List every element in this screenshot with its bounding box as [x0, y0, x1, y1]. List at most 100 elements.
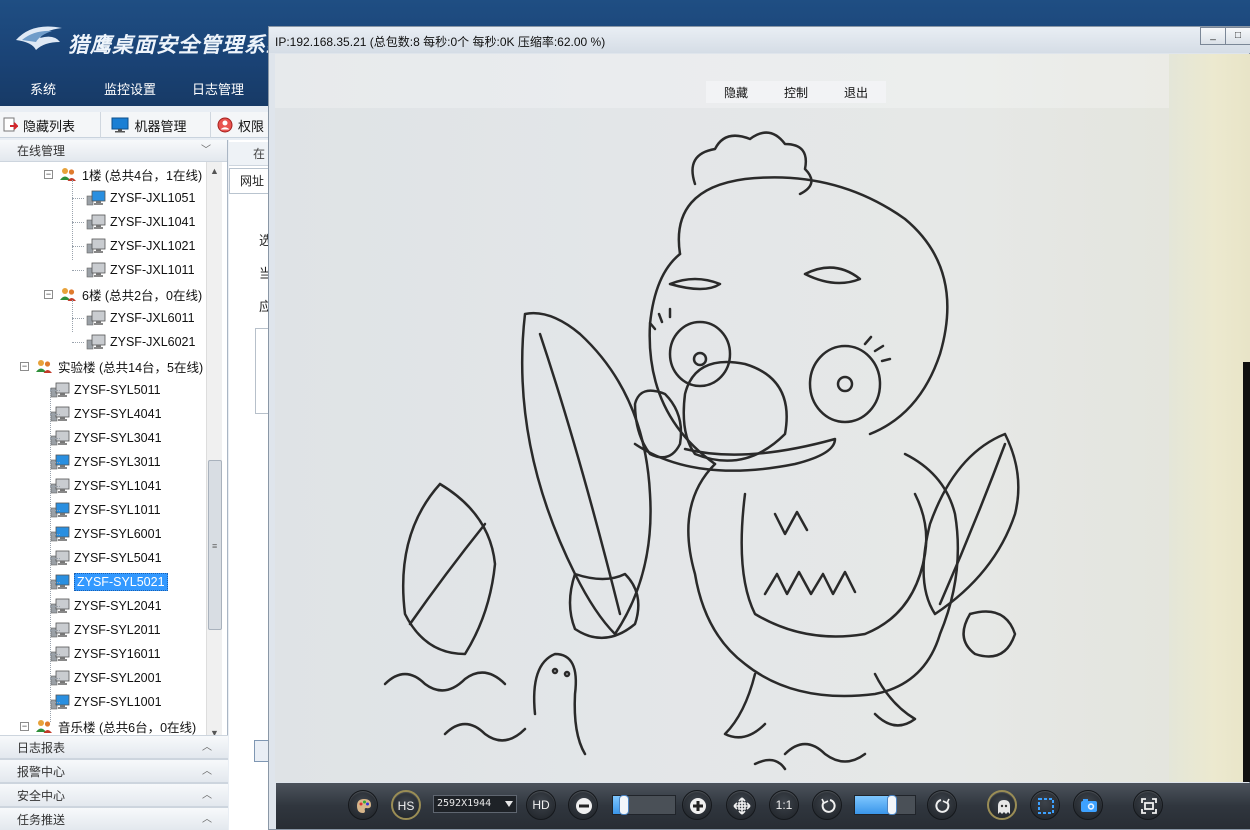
menu-monitor-settings[interactable]: 监控设置: [86, 76, 174, 106]
tab-permission[interactable]: 权限: [211, 112, 270, 138]
tree-node-label: 实验楼 (总共14台，5在线): [58, 360, 204, 375]
panel-log-report-label: 日志报表: [17, 741, 66, 755]
tree-machine-node[interactable]: ZYSF-JXL1051: [86, 186, 195, 210]
rotate-left-icon: [821, 798, 836, 813]
tree-machine-node[interactable]: ZYSF-SYL3011: [50, 450, 161, 474]
tree-group-node[interactable]: − 6楼 (总共2台，0在线): [44, 282, 202, 306]
hd-button[interactable]: HD: [526, 790, 556, 820]
rotation-slider-knob[interactable]: [887, 795, 897, 815]
grip-icon: ≡: [212, 541, 218, 551]
tree-machine-node[interactable]: ZYSF-SYL5011: [50, 378, 161, 402]
chevron-up-icon: ︿: [202, 814, 212, 825]
tree-connector: [50, 558, 60, 559]
viewer-control-bar: HS 2592X1944 HD 1:1: [276, 783, 1250, 829]
tree-node-label: 音乐楼 (总共6台，0在线): [58, 720, 197, 735]
tree-machine-node[interactable]: ZYSF-SYL1001: [50, 690, 162, 714]
tree-machine-node[interactable]: ZYSF-SYL5041: [50, 546, 162, 570]
maximize-button[interactable]: □: [1225, 27, 1250, 45]
tree-connector: [50, 678, 60, 679]
menu-system[interactable]: 系统: [0, 76, 86, 106]
tree-machine-node[interactable]: ZYSF-SYL5021: [50, 570, 168, 594]
address-field[interactable]: 网址: [229, 168, 270, 194]
hide-list-icon: [3, 117, 18, 132]
tab-machine-management[interactable]: 机器管理: [101, 112, 211, 138]
online-management-header[interactable]: 在线管理 ﹀: [0, 140, 227, 162]
region-select-button[interactable]: [1030, 790, 1060, 820]
panel-task-push[interactable]: 任务推送 ︿: [0, 807, 228, 830]
panel-alarm-center[interactable]: 报警中心 ︿: [0, 759, 228, 783]
tree-connector: [50, 438, 60, 439]
user-group-icon: [60, 168, 76, 181]
zoom-slider[interactable]: [612, 795, 676, 815]
control-button[interactable]: 控制: [784, 84, 808, 101]
tree-scrollbar[interactable]: ▲ ≡ ▼: [206, 162, 222, 742]
minimize-button[interactable]: _: [1200, 27, 1226, 45]
hs-button[interactable]: HS: [391, 790, 421, 820]
zoom-slider-knob[interactable]: [619, 795, 629, 815]
tree-machine-node[interactable]: ZYSF-SYL1011: [50, 498, 161, 522]
rotate-right-icon: [935, 798, 950, 813]
rotation-slider[interactable]: [854, 795, 916, 815]
falcon-logo-icon: [16, 26, 62, 50]
tree-connector: [72, 300, 73, 332]
rotate-left-button[interactable]: [812, 790, 842, 820]
menu-log-management[interactable]: 日志管理: [174, 76, 262, 106]
permission-icon: [217, 117, 233, 133]
actual-size-button[interactable]: 1:1: [769, 790, 799, 820]
tree-machine-node[interactable]: ZYSF-JXL1011: [86, 258, 195, 282]
tree-machine-node[interactable]: ZYSF-SYL2001: [50, 666, 162, 690]
tree-group-node[interactable]: − 实验楼 (总共14台，5在线): [20, 354, 203, 378]
tree-node-label: ZYSF-JXL6021: [110, 335, 196, 349]
hide-button[interactable]: 隐藏: [724, 84, 748, 101]
palette-button[interactable]: [348, 790, 378, 820]
panel-task-push-label: 任务推送: [17, 813, 66, 827]
collapse-icon[interactable]: −: [20, 721, 29, 731]
exit-button[interactable]: 退出: [844, 84, 868, 101]
tree-group-node[interactable]: − 1楼 (总共4台，1在线): [44, 162, 202, 186]
panel-log-report[interactable]: 日志报表 ︿: [0, 735, 228, 759]
computer-online-icon: [86, 190, 106, 205]
content-tab[interactable]: 在: [229, 142, 270, 166]
resolution-select[interactable]: 2592X1944: [433, 795, 517, 813]
content-area: 在 网址 选 当 应: [229, 140, 272, 830]
tree-node-label: 1楼 (总共4台，1在线): [82, 168, 203, 183]
collapse-icon[interactable]: −: [20, 361, 29, 371]
chevron-up-icon: ︿: [202, 742, 212, 753]
zoom-out-button[interactable]: [568, 790, 598, 820]
tree-machine-node[interactable]: ZYSF-JXL1021: [86, 234, 195, 258]
minus-icon: [576, 798, 592, 814]
tree-machine-node[interactable]: ZYSF-SYL3041: [50, 426, 162, 450]
tree-machine-node[interactable]: ZYSF-JXL6021: [86, 330, 195, 354]
scroll-up-icon[interactable]: ▲: [210, 166, 219, 176]
fit-screen-button[interactable]: [726, 790, 756, 820]
zoom-in-button[interactable]: [682, 790, 712, 820]
panel-security-center[interactable]: 安全中心 ︿: [0, 783, 228, 807]
remote-screen[interactable]: 隐藏 控制 退出: [275, 54, 1250, 782]
tree-machine-node[interactable]: ZYSF-SYL2011: [50, 618, 161, 642]
tree-machine-node[interactable]: ZYSF-SYL2041: [50, 594, 162, 618]
scroll-thumb[interactable]: ≡: [208, 460, 222, 630]
tree-machine-node[interactable]: ZYSF-SYL6001: [50, 522, 162, 546]
remote-view-window: IP:192.168.35.21 (总包数:8 每秒:0个 每秒:0K 压缩率:…: [268, 26, 1250, 830]
rotate-right-button[interactable]: [927, 790, 957, 820]
tree-connector: [50, 510, 60, 511]
computer-offline-icon: [86, 262, 106, 277]
tree-machine-node[interactable]: ZYSF-JXL1041: [86, 210, 195, 234]
fullscreen-button[interactable]: [1133, 790, 1163, 820]
collapse-icon[interactable]: −: [44, 169, 53, 179]
tree-machine-node[interactable]: ZYSF-SY16011: [50, 642, 161, 666]
tab-hide-list[interactable]: 隐藏列表: [0, 112, 102, 138]
viewer-title-bar[interactable]: IP:192.168.35.21 (总包数:8 每秒:0个 每秒:0K 压缩率:…: [269, 27, 1250, 53]
collapse-icon[interactable]: −: [44, 289, 53, 299]
dashed-selection-icon: [1038, 798, 1054, 814]
resolution-value: 2592X1944: [437, 798, 492, 809]
tree-machine-node[interactable]: ZYSF-JXL6011: [86, 306, 195, 330]
tree-node-label: ZYSF-JXL1051: [110, 191, 196, 205]
status-per-sec-count: 每秒:0个: [423, 35, 470, 49]
screenshot-button[interactable]: [1073, 790, 1103, 820]
tree-node-label: ZYSF-SYL2001: [74, 671, 162, 685]
bottom-panels: 日志报表 ︿ 报警中心 ︿ 安全中心 ︿ 任务推送 ︿: [0, 735, 228, 830]
privacy-mode-button[interactable]: [987, 790, 1017, 820]
tree-machine-node[interactable]: ZYSF-SYL1041: [50, 474, 162, 498]
tree-machine-node[interactable]: ZYSF-SYL4041: [50, 402, 162, 426]
